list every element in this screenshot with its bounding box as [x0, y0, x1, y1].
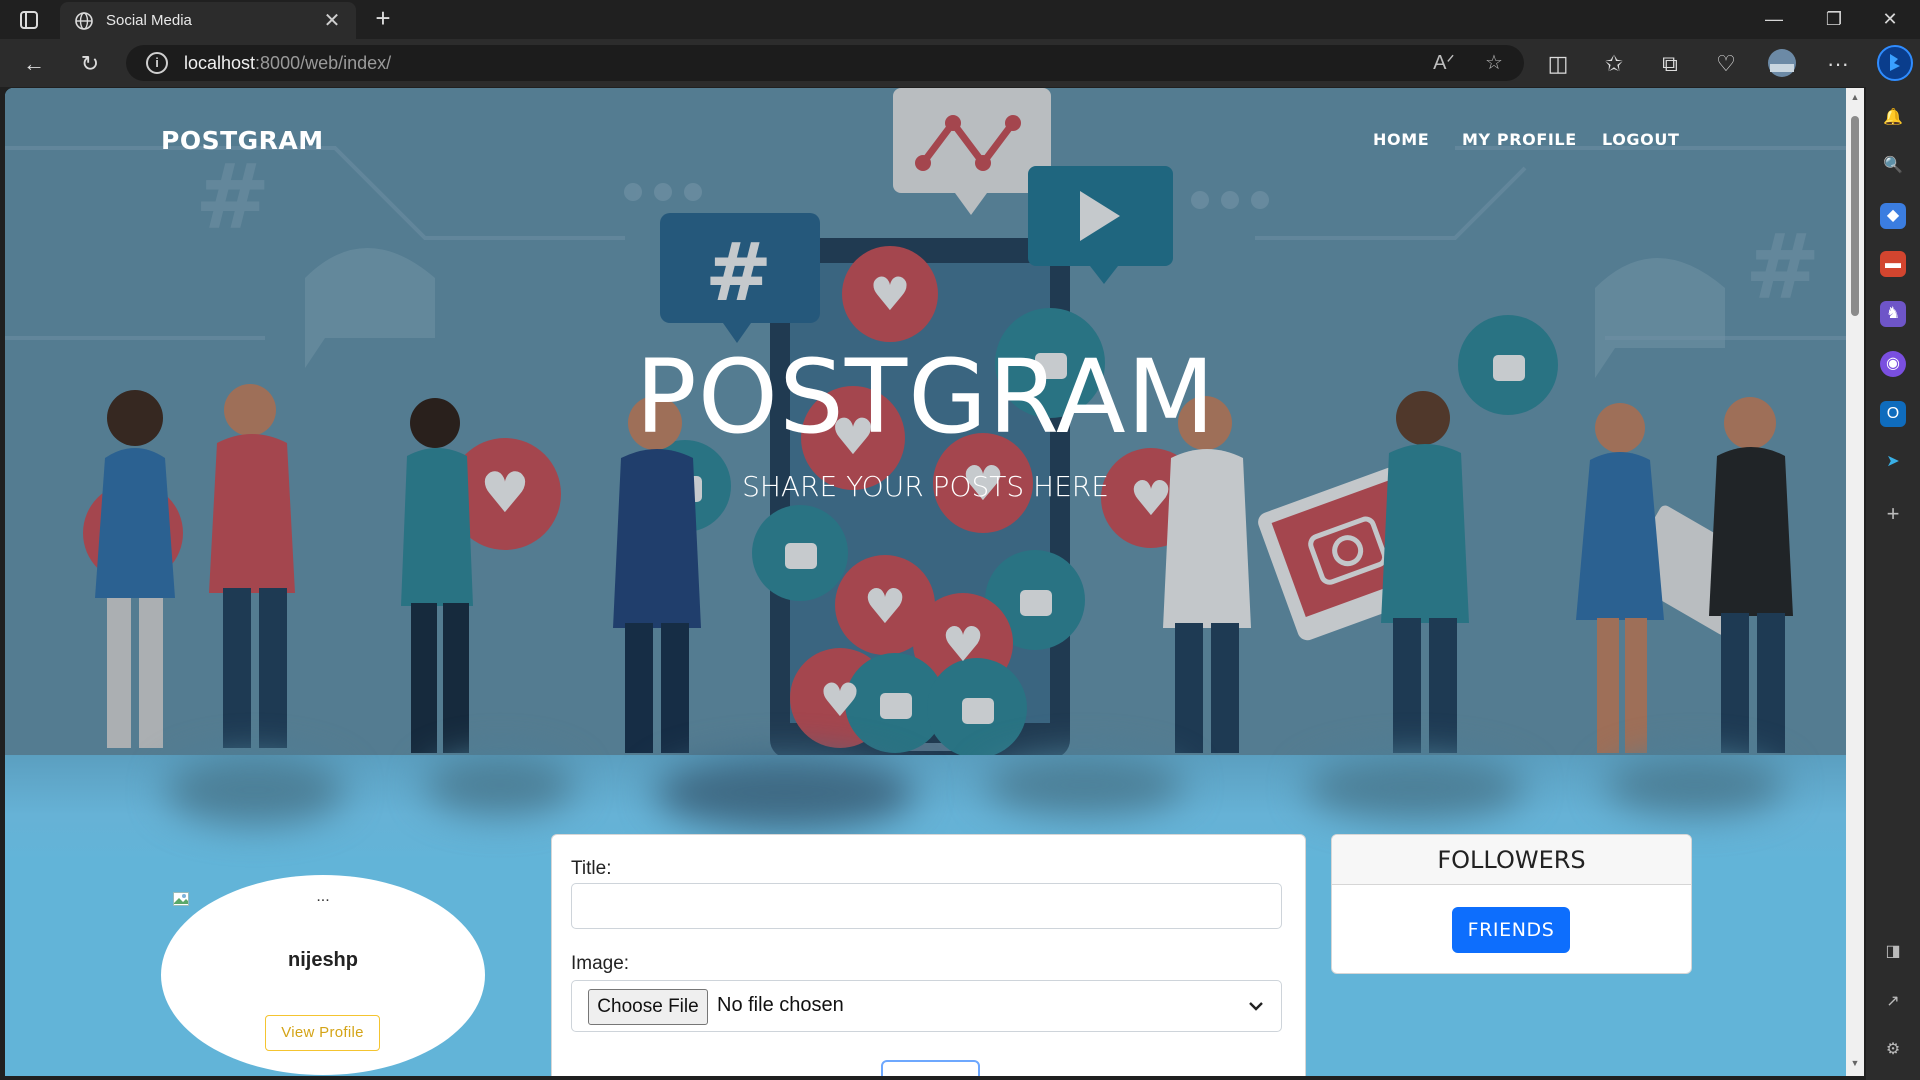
image-file-input[interactable]: Choose File No file chosen	[571, 980, 1282, 1032]
settings-gear-icon[interactable]: ⚙	[1880, 1037, 1906, 1063]
blur-shape	[1305, 755, 1525, 820]
globe-icon	[74, 11, 94, 31]
view-profile-button[interactable]: View Profile	[265, 1015, 380, 1051]
blur-shape	[425, 755, 575, 815]
profile-avatar-icon[interactable]	[1766, 48, 1798, 80]
browser-tab-active[interactable]: Social Media ✕	[60, 2, 356, 39]
title-input[interactable]	[571, 883, 1282, 929]
more-menu-icon[interactable]: ···	[1822, 48, 1854, 80]
url-host: localhost	[184, 52, 256, 73]
outlook-icon[interactable]: O	[1880, 401, 1906, 427]
create-post-form: Title: Image: Choose File No file chosen	[551, 834, 1306, 1076]
open-external-icon[interactable]: ↗	[1880, 989, 1906, 1015]
url-path: :8000/web/index/	[255, 52, 392, 73]
address-bar[interactable]: i localhost:8000/web/index/ Aᐟ ☆	[126, 45, 1524, 81]
followers-heading: FOLLOWERS	[1332, 835, 1691, 885]
tab-actions-icon[interactable]	[14, 8, 44, 32]
scroll-up-icon[interactable]: ▲	[1850, 92, 1860, 102]
add-icon[interactable]: +	[1880, 501, 1906, 527]
page-viewport: # # # ♥ ♥ ♥ ♥ ♥ ♥ ♥ ♥ POSTGRAM HOME MY P…	[5, 88, 1846, 1076]
microsoft-365-icon[interactable]: ◉	[1880, 351, 1906, 377]
hero-subtitle: SHARE YOUR POSTS HERE	[742, 470, 1109, 503]
close-tab-icon[interactable]: ✕	[322, 8, 342, 33]
search-icon[interactable]: 🔍	[1880, 153, 1906, 179]
games-icon[interactable]: ♞	[1880, 301, 1906, 327]
nav-logout[interactable]: LOGOUT	[1602, 130, 1679, 149]
copilot-icon[interactable]	[1876, 44, 1914, 82]
page-scrollbar[interactable]: ▲ ▼	[1846, 88, 1864, 1076]
profile-image-alt: ...	[316, 888, 330, 905]
scroll-thumb[interactable]	[1851, 116, 1859, 316]
split-screen-icon[interactable]: ◫	[1542, 48, 1574, 80]
reload-icon[interactable]: ↻	[74, 48, 106, 80]
browser-tab-bar: Social Media ✕ + — ❐ ✕	[0, 0, 1920, 39]
nav-home[interactable]: HOME	[1373, 130, 1429, 149]
collections-icon[interactable]: ⧉	[1654, 48, 1686, 80]
site-brand-logo[interactable]: POSTGRAM	[161, 126, 324, 155]
back-icon[interactable]: ←	[18, 48, 50, 80]
tools-icon[interactable]: ▬	[1880, 251, 1906, 277]
new-tab-icon[interactable]: +	[368, 4, 398, 34]
send-icon[interactable]: ➤	[1880, 449, 1906, 475]
favorite-star-icon[interactable]: ☆	[1478, 47, 1510, 79]
blur-shape	[655, 755, 915, 830]
blur-shape	[165, 755, 345, 825]
favorites-icon[interactable]: ✩	[1598, 48, 1630, 80]
submit-post-button[interactable]	[881, 1060, 980, 1076]
blur-shape	[1605, 755, 1785, 815]
file-status: No file chosen	[717, 994, 844, 1016]
read-aloud-icon[interactable]: Aᐟ	[1428, 47, 1460, 79]
title-label: Title:	[571, 858, 612, 879]
choose-file-button[interactable]: Choose File	[588, 989, 708, 1025]
profile-username: nijeshp	[287, 949, 358, 971]
browser-toolbar: ← ↻ i localhost:8000/web/index/ Aᐟ ☆ ◫ ✩…	[0, 39, 1920, 87]
minimize-icon[interactable]: —	[1746, 0, 1802, 39]
shopping-tag-icon[interactable]: ◆	[1880, 203, 1906, 229]
followers-card: FOLLOWERS FRIENDS	[1331, 834, 1692, 974]
edge-sidebar: 🔔 🔍 ◆ ▬ ♞ ◉ O ➤ + ◨ ↗ ⚙	[1866, 87, 1920, 1080]
hero-banner: # # # ♥ ♥ ♥ ♥ ♥ ♥ ♥ ♥ POSTGRAM HOME MY P…	[5, 88, 1846, 755]
sidebar-toggle-icon[interactable]: ◨	[1880, 939, 1906, 965]
scroll-down-icon[interactable]: ▼	[1850, 1058, 1860, 1068]
browser-essentials-icon[interactable]: ♡	[1710, 48, 1742, 80]
image-label: Image:	[571, 953, 630, 974]
friends-button[interactable]: FRIENDS	[1452, 907, 1570, 953]
blur-shape	[985, 755, 1185, 815]
site-info-icon[interactable]: i	[146, 52, 168, 74]
bell-icon[interactable]: 🔔	[1880, 105, 1906, 131]
tab-title: Social Media	[106, 12, 192, 29]
chevron-down-icon[interactable]	[1245, 995, 1267, 1017]
hero-title: POSTGRAM	[635, 338, 1216, 457]
nav-my-profile[interactable]: MY PROFILE	[1462, 130, 1577, 149]
close-window-icon[interactable]: ✕	[1862, 0, 1918, 39]
restore-icon[interactable]: ❐	[1806, 0, 1862, 39]
